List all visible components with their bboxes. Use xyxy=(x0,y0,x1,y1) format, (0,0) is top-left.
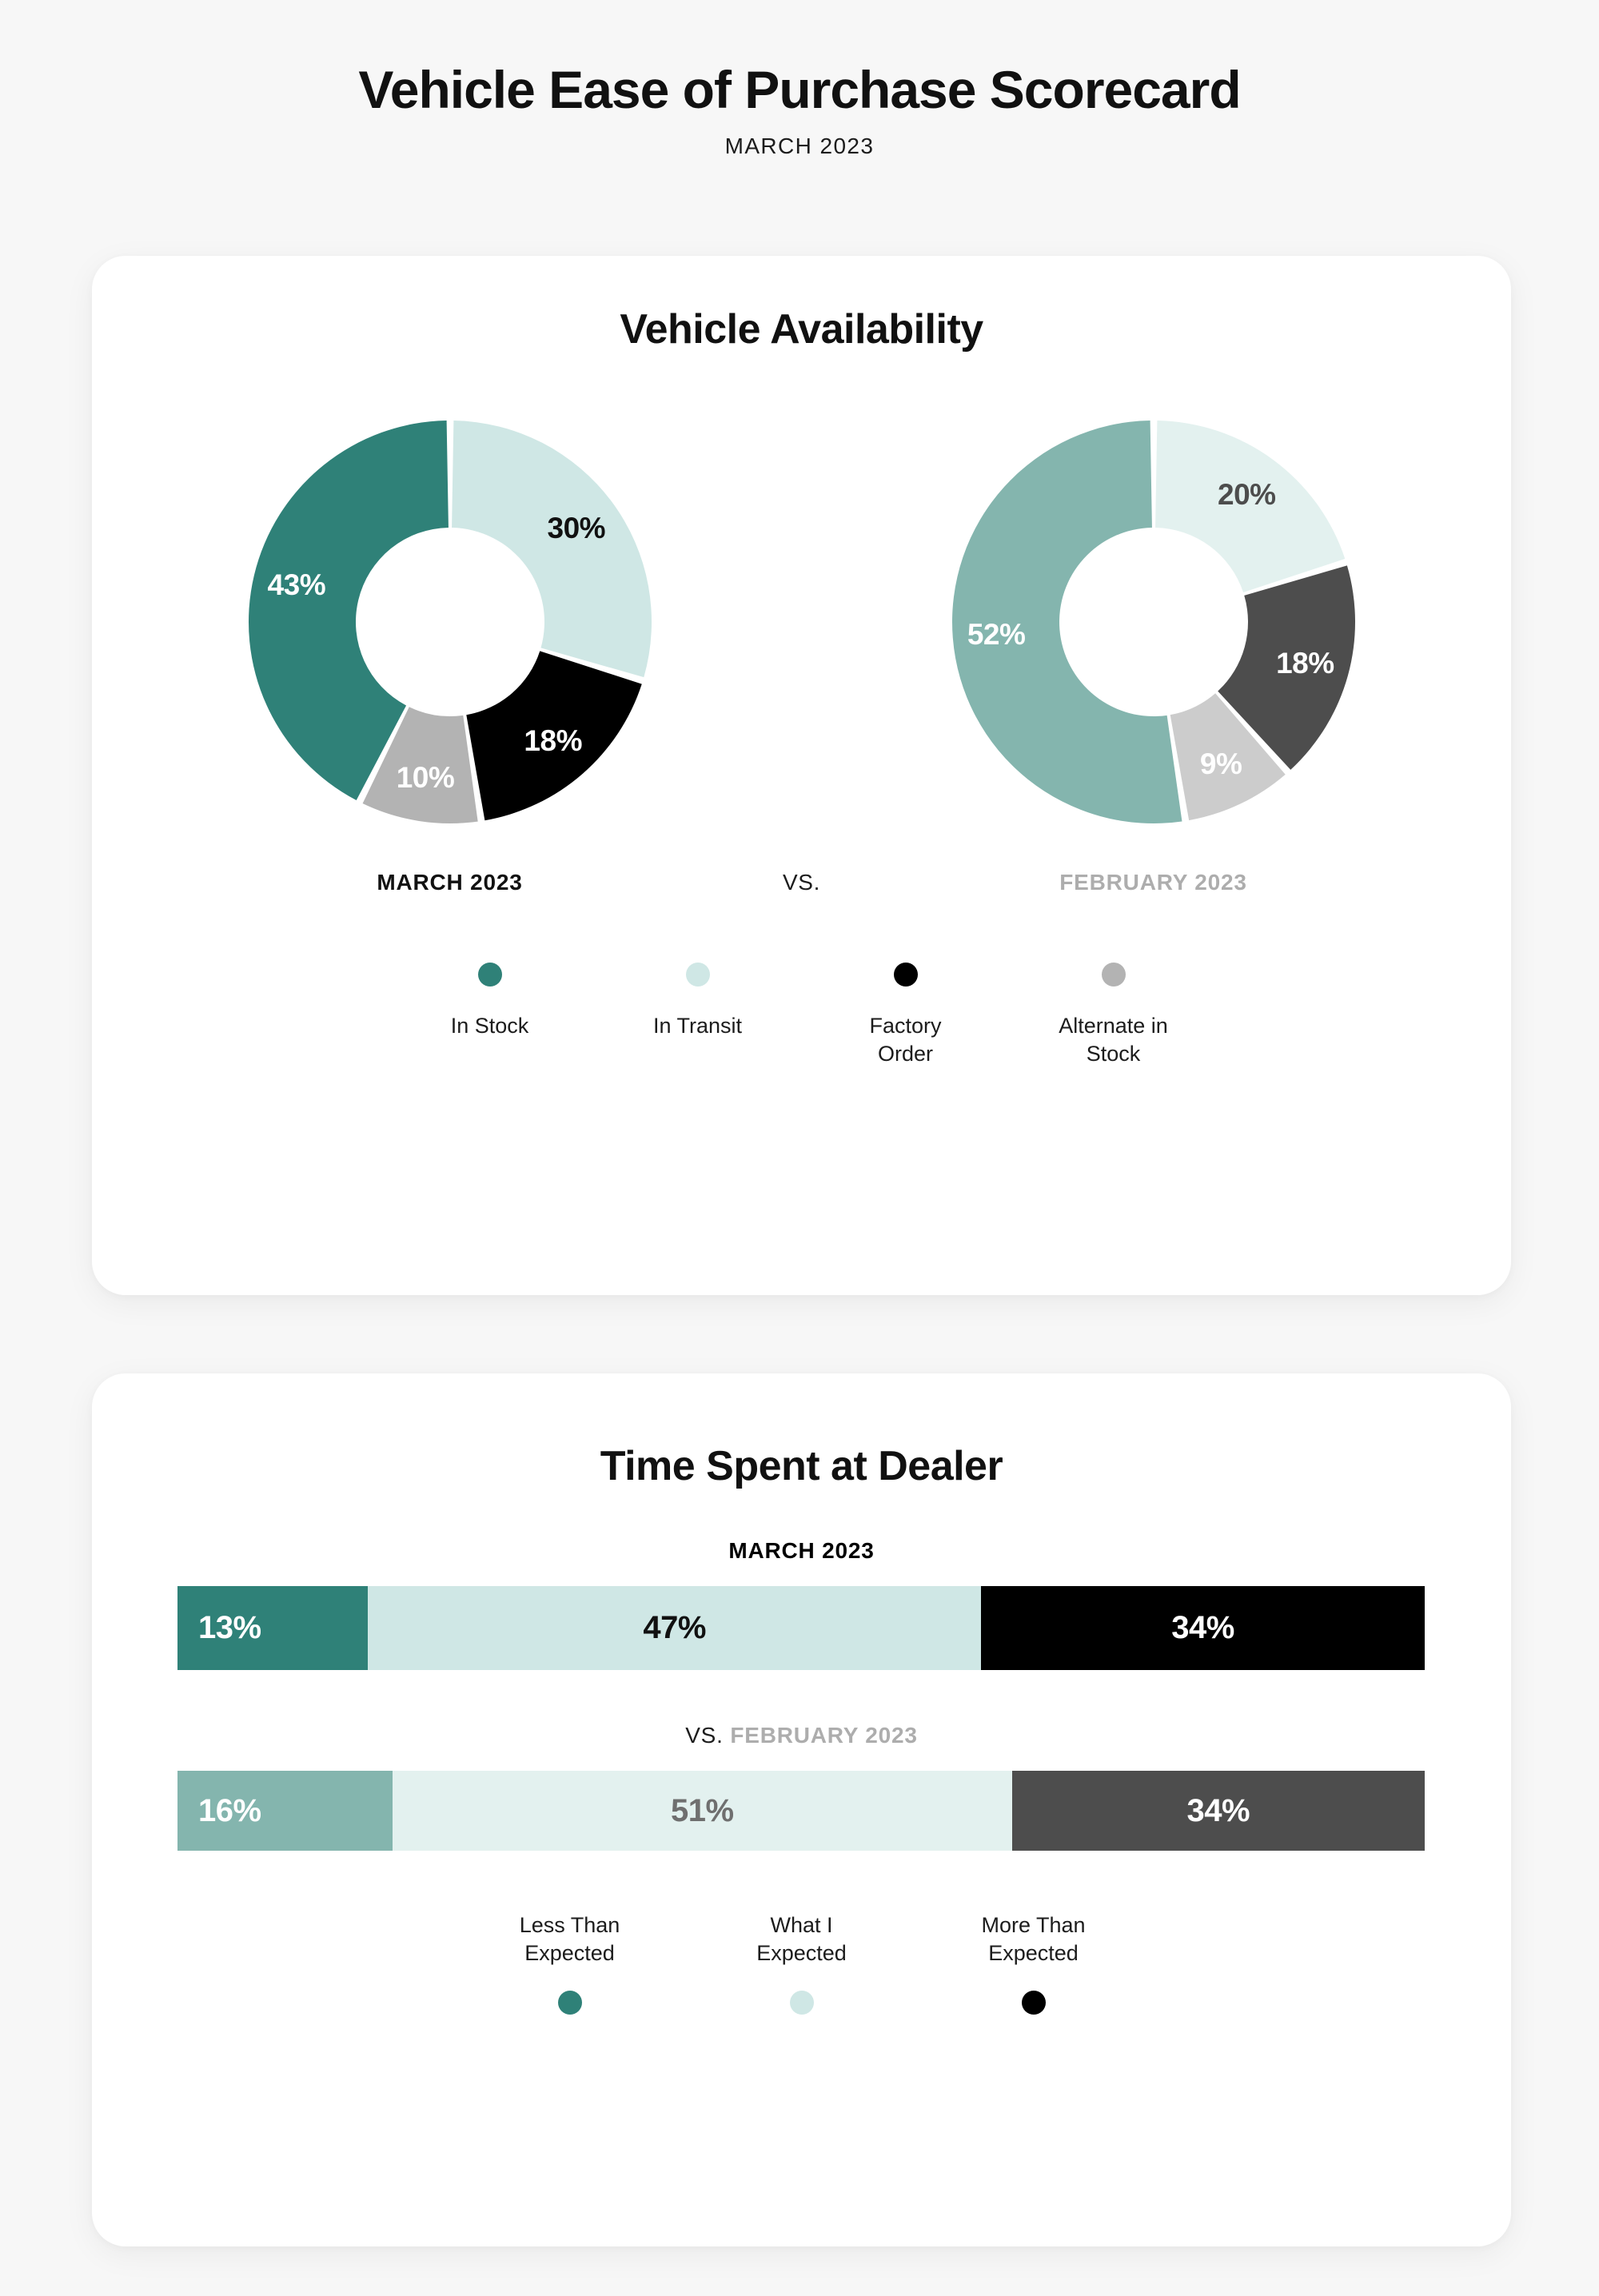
availability-legend-item-in-transit[interactable]: In Transit xyxy=(594,963,802,1040)
donut-label-february: FEBRUARY 2023 xyxy=(1059,870,1247,895)
time-legend-label-what-i-expected: What I Expected xyxy=(756,1913,847,1965)
stacked-bar-february: 16% 51% 34% xyxy=(177,1771,1425,1851)
card-time-spent-at-dealer: Time Spent at Dealer MARCH 2023 13% 47% 34… xyxy=(92,1373,1511,2246)
bar-heading-march: MARCH 2023 xyxy=(92,1538,1511,1564)
page-subtitle: MARCH 2023 xyxy=(724,134,875,159)
availability-legend-item-in-stock[interactable]: In Stock xyxy=(386,963,594,1040)
donut-february-value-factory-order: 18% xyxy=(1276,647,1334,680)
donut-february-value-in-transit: 20% xyxy=(1218,478,1276,512)
time-legend-dot-more-than-expected-icon xyxy=(1021,1991,1046,2015)
donut-comparison-row: 30% 18% 10% 43% MARCH 2023 VS. 20% 18% 9% 52% … xyxy=(92,398,1511,895)
donut-chart-february: 20% 18% 9% 52% xyxy=(930,398,1378,846)
time-legend-dot-less-than-expected-icon xyxy=(557,1991,582,2015)
bar-february-segment-more-than-expected[interactable]: 34% xyxy=(1011,1771,1425,1851)
scorecard-page: Vehicle Ease of Purchase Scorecard MARCH… xyxy=(0,0,1599,2296)
bar-heading-february-label: FEBRUARY 2023 xyxy=(730,1723,918,1748)
time-legend: Less Than Expected What I Expected More Than… xyxy=(92,1911,1511,2015)
donut-block-previous: 20% 18% 9% 52% FEBRUARY 2023 xyxy=(906,398,1402,895)
donut-march-value-alternate-in-stock: 10% xyxy=(396,760,455,794)
bar-march-segment-what-i-expected[interactable]: 47% xyxy=(368,1586,982,1670)
availability-legend-dot-in-stock-icon xyxy=(477,963,502,987)
time-legend-item-more-than-expected[interactable]: More Than Expected xyxy=(918,1911,1150,2015)
availability-legend-label-in-transit: In Transit xyxy=(652,1014,743,1038)
donut-march-value-in-transit: 30% xyxy=(547,511,606,544)
bar-vs-label: VS. xyxy=(685,1723,724,1748)
availability-legend-label-alternate-in-stock: Alternate in Stock xyxy=(1059,1014,1168,1066)
donut-block-current: 30% 18% 10% 43% MARCH 2023 xyxy=(202,398,698,895)
bar-heading-march-label: MARCH 2023 xyxy=(728,1538,875,1563)
bar-february-segment-less-than-expected[interactable]: 16% xyxy=(177,1771,393,1851)
availability-legend-dot-in-transit-icon xyxy=(685,963,710,987)
time-legend-label-more-than-expected: More Than Expected xyxy=(981,1913,1086,1965)
time-legend-item-what-i-expected[interactable]: What I Expected xyxy=(686,1911,918,2015)
vs-label: VS. xyxy=(783,870,820,895)
bar-heading-february: VS. FEBRUARY 2023 xyxy=(92,1723,1511,1748)
availability-legend-label-factory-order: Factory Order xyxy=(869,1014,942,1066)
time-card-title: Time Spent at Dealer xyxy=(600,1443,1003,1489)
availability-legend-dot-alternate-in-stock-icon xyxy=(1101,963,1126,987)
donut-march-value-factory-order: 18% xyxy=(524,723,582,757)
card-vehicle-availability: Vehicle Availability 30% 18% 10% 43% MARCH … xyxy=(92,256,1511,1295)
page-title: Vehicle Ease of Purchase Scorecard xyxy=(358,60,1241,119)
donut-february-value-alternate-in-stock: 9% xyxy=(1199,747,1242,780)
time-legend-dot-what-i-expected-icon xyxy=(789,1991,814,2015)
donut-march-value-in-stock: 43% xyxy=(267,568,326,602)
donut-march-slice-in-transit[interactable] xyxy=(451,421,652,678)
time-legend-label-less-than-expected: Less Than Expected xyxy=(519,1913,620,1965)
bar-march-segment-more-than-expected[interactable]: 34% xyxy=(981,1586,1425,1670)
bar-march-segment-less-than-expected[interactable]: 13% xyxy=(177,1586,369,1670)
availability-legend-item-alternate-in-stock[interactable]: Alternate in Stock xyxy=(1010,963,1218,1067)
availability-legend-item-factory-order[interactable]: Factory Order xyxy=(802,963,1010,1067)
availability-legend: In Stock In Transit Factory Order Alternate … xyxy=(92,963,1511,1067)
time-legend-item-less-than-expected[interactable]: Less Than Expected xyxy=(454,1911,686,2015)
vs-separator: VS. xyxy=(698,398,906,895)
bar-february-segment-what-i-expected[interactable]: 51% xyxy=(393,1771,1012,1851)
donut-label-march: MARCH 2023 xyxy=(377,870,523,895)
availability-legend-dot-factory-order-icon xyxy=(893,963,918,987)
availability-legend-label-in-stock: In Stock xyxy=(450,1014,529,1038)
stacked-bar-march: 13% 47% 34% xyxy=(177,1586,1425,1670)
donut-chart-march: 30% 18% 10% 43% xyxy=(226,398,674,846)
donut-february-value-in-stock: 52% xyxy=(967,617,1026,651)
page-header: Vehicle Ease of Purchase Scorecard MARCH… xyxy=(0,0,1599,159)
availability-card-title: Vehicle Availability xyxy=(620,306,983,353)
